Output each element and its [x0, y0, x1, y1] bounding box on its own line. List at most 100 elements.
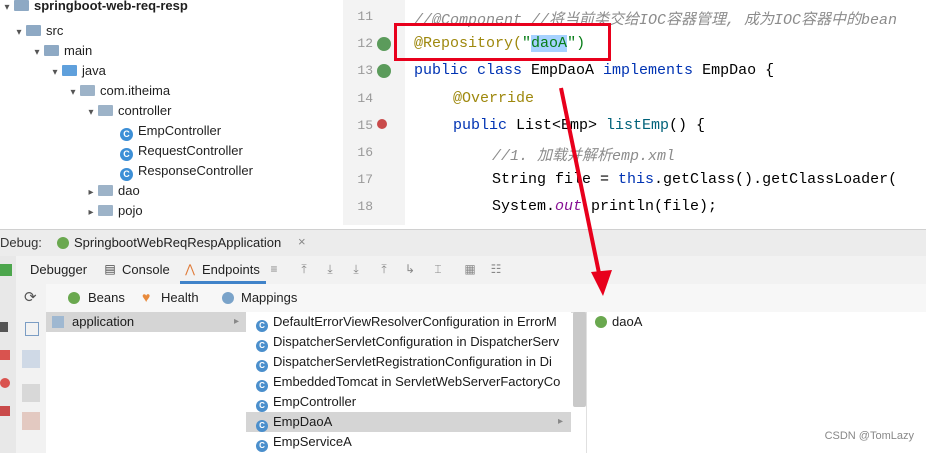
chevron-down-icon[interactable]: ▾ — [84, 103, 98, 123]
list-item[interactable]: C EmpController — [246, 392, 561, 412]
package-icon — [98, 105, 113, 116]
package-icon — [98, 185, 113, 196]
bean-icon — [595, 316, 607, 328]
class-icon: C — [120, 168, 133, 181]
tree-item-main[interactable]: ▾ main — [30, 41, 92, 61]
pause-icon[interactable] — [0, 322, 8, 332]
export-icon[interactable] — [22, 412, 40, 430]
close-tab-icon[interactable]: × — [298, 234, 306, 249]
tree-item-dao[interactable]: ▸ dao — [84, 181, 140, 203]
tree-item-java[interactable]: ▾ java — [48, 61, 106, 83]
refresh-icon[interactable]: ⟳ — [24, 288, 37, 306]
mappings-icon — [222, 292, 234, 304]
copy-icon[interactable] — [22, 384, 40, 402]
highlight-box — [394, 23, 611, 61]
tree-root[interactable]: ▾ springboot-web-req-resp — [0, 0, 188, 16]
class-icon: C — [256, 380, 268, 392]
method-name: listEmp — [606, 117, 670, 134]
bean-gutter-icon[interactable] — [377, 64, 391, 78]
tab-health[interactable]: Health — [161, 284, 199, 311]
code-text: .println(file); — [582, 198, 718, 215]
tree-item-label: com.itheima — [100, 83, 171, 98]
code-line-18: System.out.println(file); — [492, 198, 717, 215]
beans-icon — [68, 292, 80, 304]
chevron-down-icon[interactable]: ▾ — [48, 63, 62, 83]
tree-item-controller[interactable]: ▾ controller — [84, 101, 171, 121]
chevron-right-icon[interactable]: ▸ — [84, 183, 98, 203]
list-item[interactable]: C EmpServiceA — [246, 432, 561, 452]
override-gutter-icon[interactable] — [377, 119, 387, 129]
line-number: 12 — [357, 36, 373, 51]
list-item[interactable]: C DefaultErrorViewResolverConfiguration i… — [246, 312, 561, 332]
tab-beans[interactable]: Beans — [88, 284, 125, 311]
tree-item-label: java — [82, 63, 106, 78]
tree-item-requestcontroller[interactable]: C RequestController — [120, 141, 243, 161]
endpoints-tabs: Beans ♥ Health Mappings — [46, 284, 926, 313]
bean-list: C DefaultErrorViewResolverConfiguration i… — [246, 312, 571, 453]
stop-icon[interactable] — [0, 350, 10, 360]
class-icon: C — [120, 148, 133, 161]
line-number: 17 — [357, 172, 373, 187]
bean-list-scrollbar[interactable] — [573, 312, 586, 407]
class-icon: C — [120, 128, 133, 141]
heart-icon: ♥ — [142, 289, 151, 305]
list-item-application[interactable]: application ▸ — [46, 312, 246, 332]
tab-endpoints[interactable]: Endpoints — [202, 256, 260, 283]
bean-gutter-icon[interactable] — [377, 37, 391, 51]
tree-item-src[interactable]: ▾ src — [12, 21, 63, 41]
menu-icon[interactable]: ≡ — [268, 263, 280, 275]
keyword: public — [453, 117, 517, 134]
tab-console[interactable]: Console — [122, 256, 170, 283]
layout-icon[interactable] — [25, 322, 39, 336]
tab-debugger[interactable]: Debugger — [30, 256, 87, 283]
list-item[interactable]: C DispatcherServletRegistrationConfigurat… — [246, 352, 561, 372]
detail-item-label: daoA — [612, 314, 643, 329]
package-icon — [80, 85, 95, 96]
chevron-down-icon[interactable]: ▾ — [0, 0, 14, 18]
tab-debug-session[interactable]: SpringbootWebReqRespApplication — [74, 235, 281, 250]
tree-item-responsecontroller[interactable]: C ResponseController — [120, 161, 253, 181]
list-item-label: EmbeddedTomcat in ServletWebServerFactor… — [273, 374, 561, 389]
tree-item-label: EmpController — [138, 123, 222, 138]
code-text: () { — [669, 117, 706, 134]
list-item-label: DispatcherServletConfiguration in Dispat… — [273, 334, 560, 349]
run-to-cursor-icon[interactable]: ↳ — [404, 263, 416, 275]
tree-item-label: dao — [118, 183, 140, 198]
breakpoints-icon[interactable] — [0, 378, 10, 388]
tree-item-pojo[interactable]: ▸ pojo — [84, 201, 142, 223]
detail-item[interactable]: daoA — [587, 312, 887, 332]
chevron-down-icon[interactable]: ▾ — [30, 43, 44, 63]
chevron-down-icon[interactable]: ▾ — [66, 83, 80, 103]
grid-icon[interactable]: ▦ — [464, 263, 476, 275]
left-debug-strip — [0, 256, 16, 453]
diagram-icon[interactable] — [22, 350, 40, 368]
chevron-right-icon[interactable]: ▸ — [84, 203, 98, 223]
class-icon: C — [256, 340, 268, 352]
tree-item-label: src — [46, 23, 64, 38]
list-item[interactable]: C EmbeddedTomcat in ServletWebServerFacto… — [246, 372, 561, 392]
show-execution-point-icon[interactable]: ⤒ — [298, 263, 310, 275]
resume-icon[interactable] — [0, 264, 12, 276]
settings-icon[interactable]: ☷ — [490, 263, 502, 275]
field-name: out — [555, 198, 583, 215]
tree-item-empcontroller[interactable]: C EmpController — [120, 121, 221, 141]
line-number: 18 — [357, 199, 373, 214]
watermark: CSDN @TomLazy — [824, 430, 914, 442]
chevron-down-icon[interactable]: ▾ — [12, 23, 26, 43]
chevron-right-icon: ▸ — [558, 416, 564, 427]
step-over-icon[interactable]: ⤓ — [324, 263, 336, 275]
project-tree: ▾ springboot-web-req-resp ▾ src ▾ main ▾ jav… — [0, 0, 343, 225]
mute-breakpoints-icon[interactable] — [0, 406, 10, 416]
tab-mappings[interactable]: Mappings — [241, 284, 297, 311]
list-item-label: application — [72, 314, 135, 329]
tree-item-package[interactable]: ▾ com.itheima — [66, 81, 170, 101]
list-item-selected[interactable]: C EmpDaoA ▸ — [246, 412, 571, 432]
keyword: this — [618, 171, 655, 188]
folder-icon — [26, 25, 41, 36]
debug-session-bar: Debug: SpringbootWebReqRespApplication × — [0, 229, 926, 257]
class-icon: C — [256, 420, 268, 432]
step-out-icon[interactable]: ⤒ — [378, 263, 390, 275]
evaluate-icon[interactable]: ⌶ — [432, 263, 444, 275]
list-item[interactable]: C DispatcherServletConfiguration in Dispa… — [246, 332, 561, 352]
step-into-icon[interactable]: ⤓ — [350, 263, 362, 275]
